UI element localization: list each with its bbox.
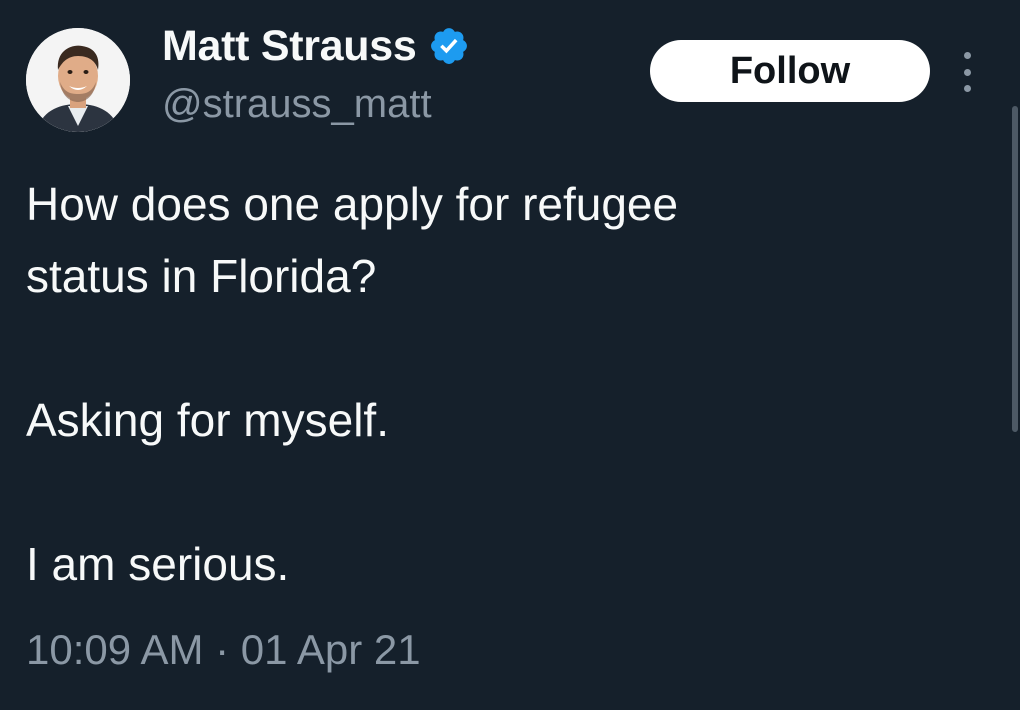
tweet-text: How does one apply for refugee status in… — [26, 168, 986, 600]
tweet-line: How does one apply for refugee — [26, 178, 679, 230]
more-options-icon[interactable] — [952, 48, 982, 96]
scrollbar[interactable] — [1012, 106, 1018, 432]
avatar-photo — [26, 28, 130, 132]
avatar[interactable] — [26, 28, 130, 132]
tweet-card: Matt Strauss @strauss_matt Follow How do… — [0, 0, 1020, 710]
author-handle[interactable]: @strauss_matt — [162, 82, 432, 127]
tweet-line: status in Florida? — [26, 250, 377, 302]
author-display-name[interactable]: Matt Strauss — [162, 22, 417, 71]
author-name-row: Matt Strauss — [162, 20, 470, 72]
tweet-timestamp[interactable]: 10:09 AM · 01 Apr 21 — [26, 626, 421, 674]
tweet-line: I am serious. — [26, 538, 290, 590]
verified-badge-icon — [431, 28, 468, 64]
more-dot — [963, 85, 971, 92]
follow-button[interactable]: Follow — [650, 40, 930, 102]
more-dot — [963, 68, 971, 76]
tweet-line: Asking for myself. — [26, 394, 389, 446]
more-dot — [963, 52, 971, 59]
